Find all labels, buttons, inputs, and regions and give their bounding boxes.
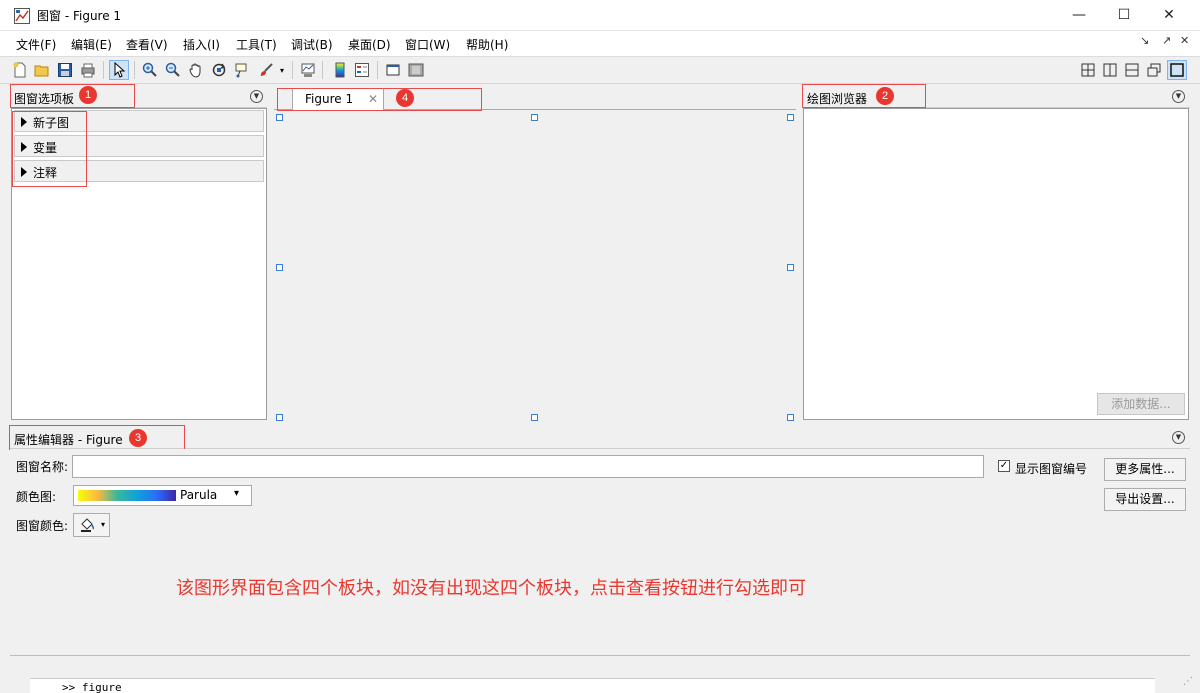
brush-icon[interactable] xyxy=(256,60,276,80)
chevron-down-icon: ▾ xyxy=(101,520,106,529)
legend-icon[interactable] xyxy=(352,60,372,80)
save-icon[interactable] xyxy=(55,60,75,80)
annotation-badge-3: 3 xyxy=(129,429,147,447)
toolbar-separator xyxy=(103,61,104,79)
figure-canvas[interactable] xyxy=(270,108,800,424)
rotate-3d-icon[interactable] xyxy=(209,60,229,80)
float-icon[interactable] xyxy=(1144,60,1164,80)
figure-name-label: 图窗名称: xyxy=(16,460,69,474)
split-horizontal-icon[interactable] xyxy=(1122,60,1142,80)
resize-handle[interactable] xyxy=(276,264,283,271)
add-data-button[interactable]: 添加数据... xyxy=(1097,393,1185,415)
command-window-text: >> figure xyxy=(62,681,122,693)
figure-color-button[interactable]: ▾ xyxy=(73,513,110,537)
show-plot-tools-icon[interactable] xyxy=(406,60,426,80)
collapse-icon[interactable]: ▼ xyxy=(250,90,263,103)
brush-dropdown-icon[interactable]: ▾ xyxy=(280,66,284,75)
menu-tools[interactable]: 工具(T) xyxy=(236,36,277,53)
menu-view[interactable]: 查看(V) xyxy=(126,36,168,53)
close-button[interactable]: ✕ xyxy=(1146,0,1192,30)
more-properties-button[interactable]: 更多属性... xyxy=(1104,458,1186,481)
menu-file[interactable]: 文件(F) xyxy=(16,36,56,53)
data-cursor-icon[interactable] xyxy=(232,60,252,80)
annotation-box-1 xyxy=(10,84,135,108)
window-title: 图窗 - Figure 1 xyxy=(37,9,122,23)
toolbar-separator xyxy=(134,61,135,79)
toolbar-separator xyxy=(292,61,293,79)
resize-handle[interactable] xyxy=(787,114,794,121)
menu-desktop[interactable]: 桌面(D) xyxy=(348,36,391,53)
collapse-icon[interactable]: ▼ xyxy=(1172,431,1185,444)
annotation-badge-4: 4 xyxy=(396,89,414,107)
select-pointer-icon[interactable] xyxy=(109,60,129,80)
toolbar-separator xyxy=(322,61,323,79)
resize-handle[interactable] xyxy=(276,114,283,121)
menu-debug[interactable]: 调试(B) xyxy=(291,36,333,53)
menu-insert[interactable]: 插入(I) xyxy=(183,36,220,53)
command-window-strip xyxy=(30,678,1155,693)
pan-hand-icon[interactable] xyxy=(186,60,206,80)
colormap-value: Parula xyxy=(180,488,218,502)
toolbar-separator xyxy=(377,61,378,79)
hide-plot-tools-icon[interactable] xyxy=(383,60,403,80)
plot-browser-list[interactable] xyxy=(803,108,1189,420)
print-icon[interactable] xyxy=(78,60,98,80)
resize-handle[interactable] xyxy=(787,264,794,271)
open-file-icon[interactable] xyxy=(32,60,52,80)
resize-handle[interactable] xyxy=(276,414,283,421)
undock-icon[interactable]: ↗ xyxy=(1162,34,1171,47)
new-figure-icon[interactable] xyxy=(10,60,30,80)
show-number-checkbox[interactable]: ✓ xyxy=(998,460,1010,472)
annotation-box-2 xyxy=(802,84,926,108)
maximize-icon[interactable] xyxy=(1167,60,1187,80)
resize-handle[interactable] xyxy=(787,414,794,421)
menu-help[interactable]: 帮助(H) xyxy=(466,36,508,53)
link-plot-icon[interactable] xyxy=(298,60,318,80)
export-setup-button[interactable]: 导出设置... xyxy=(1104,488,1186,511)
split-vertical-icon[interactable] xyxy=(1100,60,1120,80)
menu-window[interactable]: 窗口(W) xyxy=(405,36,450,53)
menu-bar: 文件(F) 编辑(E) 查看(V) 插入(I) 工具(T) 调试(B) 桌面(D… xyxy=(0,31,1200,56)
figure-name-input[interactable] xyxy=(72,455,984,478)
annotation-box-4 xyxy=(277,88,482,111)
resize-handle[interactable] xyxy=(531,114,538,121)
title-bar: 图窗 - Figure 1 — ☐ ✕ xyxy=(0,0,1200,31)
annotation-box-palette-rows xyxy=(12,111,87,187)
chevron-down-icon: ▾ xyxy=(234,488,240,499)
colormap-label: 颜色图: xyxy=(16,490,57,504)
paint-bucket-icon xyxy=(81,518,95,532)
maximize-button[interactable]: ☐ xyxy=(1101,0,1147,30)
resize-handle[interactable] xyxy=(531,414,538,421)
colorbar-icon[interactable] xyxy=(330,60,350,80)
zoom-out-icon[interactable] xyxy=(163,60,183,80)
colormap-swatch xyxy=(78,490,176,501)
zoom-in-icon[interactable] xyxy=(140,60,160,80)
collapse-icon[interactable]: ▼ xyxy=(1172,90,1185,103)
instruction-note: 该图形界面包含四个板块，如没有出现这四个板块，点击查看按钮进行勾选即可 xyxy=(176,578,806,599)
annotation-badge-2: 2 xyxy=(876,87,894,105)
tile-grid-icon[interactable] xyxy=(1078,60,1098,80)
matlab-figure-icon xyxy=(14,8,30,24)
resize-grip-icon[interactable]: ⋰ xyxy=(1183,676,1193,687)
menu-close-icon[interactable]: ✕ xyxy=(1180,34,1189,47)
dock-in-icon[interactable]: ↘ xyxy=(1140,34,1149,47)
property-editor-body xyxy=(10,449,1190,656)
toolbar: ▾ xyxy=(0,56,1200,84)
annotation-badge-1: 1 xyxy=(79,86,97,104)
annotation-box-3 xyxy=(9,425,185,450)
property-editor-header: 属性编辑器 - Figure ▼ xyxy=(10,427,1190,449)
menu-edit[interactable]: 编辑(E) xyxy=(71,36,112,53)
show-number-label: 显示图窗编号 xyxy=(1015,462,1088,476)
minimize-button[interactable]: — xyxy=(1056,0,1102,30)
figure-color-label: 图窗颜色: xyxy=(16,519,69,533)
colormap-select[interactable]: Parula ▾ xyxy=(73,485,252,506)
